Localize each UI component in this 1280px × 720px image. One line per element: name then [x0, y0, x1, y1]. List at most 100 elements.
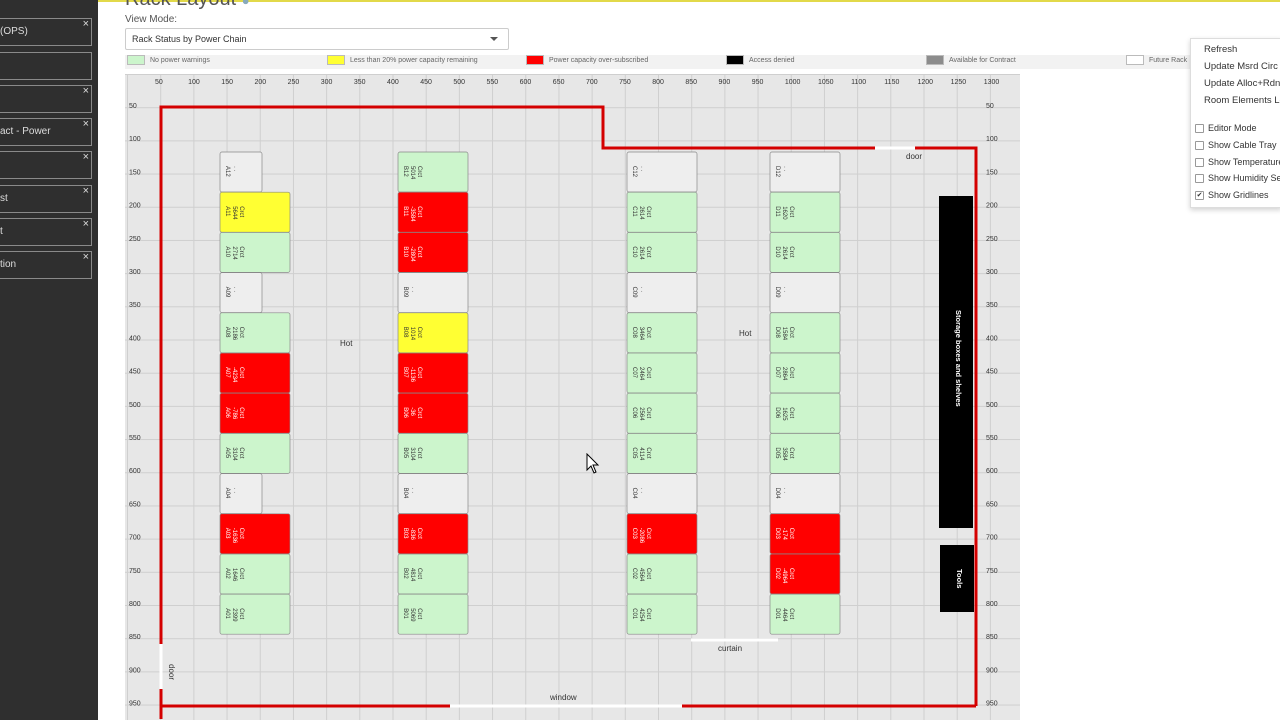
close-icon[interactable]: ×	[83, 152, 89, 170]
rack-circuit: Crct	[416, 206, 422, 217]
x-axis-tick: 300	[321, 79, 333, 86]
y-axis-tick: 950	[986, 701, 998, 708]
menu-item-refresh[interactable]: Refresh	[1204, 44, 1237, 55]
option-editor-mode[interactable]: Editor Mode	[1195, 123, 1257, 134]
sidebar-tab-label: tion	[0, 259, 17, 270]
close-icon[interactable]: ×	[83, 252, 89, 270]
close-icon[interactable]: ×	[83, 186, 89, 204]
y-axis-tick: 300	[986, 269, 998, 276]
rack-circuit: Crct	[645, 528, 651, 539]
checkbox[interactable]	[1195, 141, 1204, 151]
close-icon[interactable]: ×	[83, 219, 89, 237]
option-humidity[interactable]: Show Humidity Se	[1195, 173, 1280, 184]
close-icon[interactable]: ×	[83, 86, 89, 104]
rack-label: C01	[631, 608, 637, 620]
sidebar-tab-label: act - Power	[0, 126, 51, 137]
x-axis-tick: 1300	[984, 79, 1000, 86]
sidebar-tab[interactable]: ×	[0, 151, 92, 179]
sidebar-tab[interactable]: st ×	[0, 185, 92, 213]
rack-circuit: Crct	[416, 447, 422, 458]
legend-item: Less than 20% power capacity remaining	[327, 55, 478, 67]
close-icon[interactable]: ×	[83, 19, 89, 37]
sidebar-tab[interactable]: act - Power ×	[0, 118, 92, 146]
rack-value: 5644	[231, 206, 237, 220]
rack-circuit: Crct	[416, 407, 422, 418]
rack-label: D06	[774, 407, 780, 419]
rack-label: A04	[224, 488, 230, 499]
y-axis-tick-left: 300	[129, 269, 141, 276]
x-axis-tick: 550	[487, 79, 499, 86]
option-label: Show Gridlines	[1208, 190, 1269, 200]
rack-label: A08	[224, 327, 230, 338]
rack-label: D03	[774, 528, 780, 540]
legend-label: Access denied	[749, 57, 795, 64]
rack-value: -174	[781, 528, 787, 541]
sidebar-tab[interactable]: tion ×	[0, 251, 92, 279]
option-label: Show Humidity Se	[1208, 173, 1280, 183]
rack-label: C02	[631, 568, 637, 580]
y-axis-tick: 600	[986, 468, 998, 475]
x-axis-tick: 1150	[884, 79, 899, 86]
rack-label: C03	[631, 528, 637, 540]
menu-item-update-alloc[interactable]: Update Alloc+Rdnd	[1204, 78, 1280, 89]
rack-value: · ·	[231, 287, 237, 293]
legend-label: Available for Contract	[949, 57, 1016, 64]
menu-item-room-elements[interactable]: Room Elements Le	[1204, 95, 1280, 106]
option-temperature[interactable]: Show Temperature	[1195, 157, 1280, 168]
sidebar-tab[interactable]: t ×	[0, 218, 92, 246]
y-axis-tick-left: 250	[129, 236, 141, 243]
y-axis-tick: 250	[986, 236, 998, 243]
y-axis-tick-left: 650	[129, 501, 141, 508]
checkbox[interactable]	[1195, 124, 1204, 134]
rack-value: 1584	[781, 327, 787, 341]
rack-circuit: Crct	[238, 206, 244, 217]
option-gridlines[interactable]: ✔ Show Gridlines	[1195, 190, 1269, 201]
rack-label: D04	[774, 488, 780, 500]
rack-label: B11	[402, 206, 408, 217]
info-icon[interactable]: ●	[242, 0, 250, 8]
legend-label: Future Rack	[1149, 57, 1188, 64]
rack-value: -1636	[231, 528, 237, 544]
rack-label: D05	[774, 447, 780, 459]
checkbox[interactable]	[1195, 174, 1204, 184]
rack-value: 3104	[409, 447, 415, 461]
rack-label: C12	[631, 166, 637, 178]
rack-label: A03	[224, 528, 230, 539]
menu-item-update-measured[interactable]: Update Msrd Circ	[1204, 61, 1278, 72]
close-icon[interactable]: ×	[83, 119, 89, 137]
y-axis-tick: 400	[986, 335, 998, 342]
rack-circuit: Crct	[238, 246, 244, 257]
rack-circuit: Crct	[788, 568, 794, 579]
y-axis-tick: 700	[986, 535, 998, 542]
option-cable-tray[interactable]: Show Cable Tray	[1195, 140, 1277, 151]
rack-value: · ·	[409, 287, 415, 293]
rack-circuit: Crct	[416, 367, 422, 378]
x-axis-tick: 1200	[917, 79, 933, 86]
legend-swatch	[1126, 55, 1144, 66]
legend-item: Power capacity over-subscribed	[526, 55, 648, 67]
rack-floor-plan[interactable]: 50 100 150 200 250 300 350 400 450 500 550 600 650 70…	[125, 74, 1020, 720]
rack-label: D09	[774, 287, 780, 299]
checkbox-checked[interactable]: ✔	[1195, 191, 1204, 201]
sidebar-tab[interactable]	[0, 52, 92, 80]
rack-value: 2399	[231, 608, 237, 622]
x-axis-tick: 950	[752, 79, 764, 86]
view-mode-select[interactable]: Rack Status by Power Chain	[125, 28, 509, 50]
rack-label: A10	[224, 246, 230, 257]
y-axis-tick-left: 750	[129, 568, 141, 575]
rack-value: · ·	[231, 488, 237, 494]
checkbox[interactable]	[1195, 158, 1204, 168]
door-top-label: door	[906, 152, 922, 161]
x-axis-tick: 250	[288, 79, 300, 86]
y-axis-tick: 150	[986, 169, 998, 176]
y-axis-tick: 450	[986, 369, 998, 376]
x-axis-tick: 750	[619, 79, 631, 86]
x-axis-tick: 1250	[951, 79, 967, 86]
sidebar-tab[interactable]: ×	[0, 85, 92, 113]
options-menu: Refresh Update Msrd Circ Update Alloc+Rd…	[1190, 38, 1280, 208]
sidebar-tab[interactable]: (OPS) ×	[0, 18, 92, 46]
rack-circuit: Crct	[645, 447, 651, 458]
rack-label: B07	[402, 367, 408, 378]
rack-label: B08	[402, 327, 408, 338]
rack-value: 2614	[638, 206, 644, 220]
